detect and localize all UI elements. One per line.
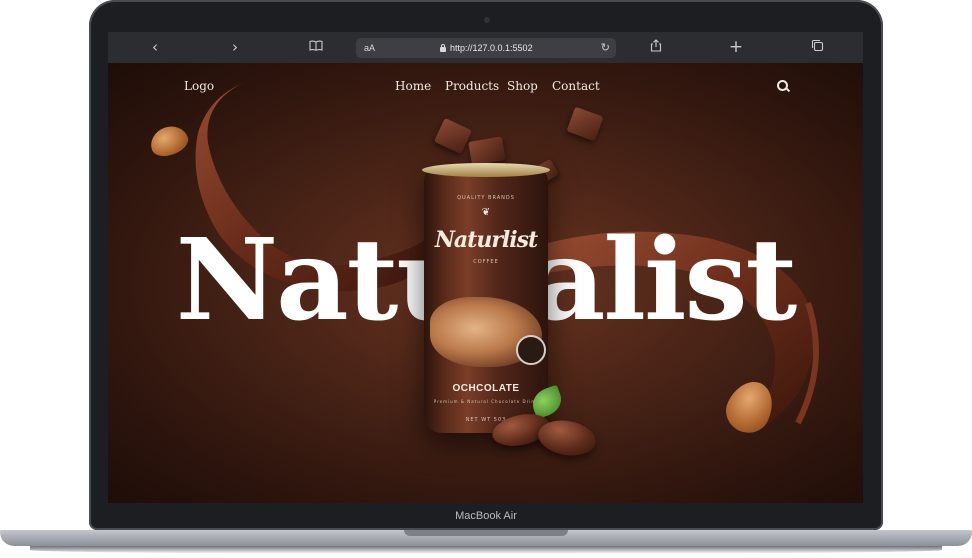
site-header: Logo Home Products Shop Contact — [108, 63, 863, 109]
reload-icon[interactable]: ↻ — [601, 38, 610, 58]
address-bar[interactable]: aA http://127.0.0.1:5502 ↻ — [356, 38, 616, 58]
laptop-shadow — [30, 546, 942, 554]
laptop-notch — [404, 530, 568, 536]
share-icon[interactable] — [644, 32, 668, 63]
can-badge-icon — [516, 335, 546, 365]
product-can: QUALITY BRANDS ❦ Naturlist COFFEE OCHCOL… — [422, 163, 550, 433]
can-tagline: QUALITY BRANDS — [457, 195, 515, 201]
can-subtitle: COFFEE — [473, 259, 499, 265]
can-lid — [422, 163, 550, 177]
plus-icon[interactable]: + — [724, 32, 748, 63]
site-logo[interactable]: Logo — [184, 79, 214, 93]
url-text: http://127.0.0.1:5502 — [450, 43, 533, 53]
search-icon[interactable] — [777, 80, 788, 91]
website-viewport: Logo Home Products Shop Contact Naturali… — [108, 63, 863, 503]
chevron-left-icon[interactable]: ‹ — [143, 32, 167, 63]
nav-link-home[interactable]: Home — [395, 79, 431, 93]
tabs-icon[interactable] — [805, 32, 829, 63]
lock-icon — [440, 44, 446, 52]
laptop-chin: MacBook Air — [89, 503, 883, 530]
book-icon[interactable] — [304, 32, 328, 63]
can-flavor: OCHCOLATE — [452, 383, 520, 394]
nav-link-contact[interactable]: Contact — [552, 79, 600, 93]
chevron-right-icon[interactable]: › — [223, 32, 247, 63]
text-size-button[interactable]: aA — [364, 38, 375, 58]
can-brand: Naturlist — [434, 227, 538, 253]
nav-link-shop[interactable]: Shop — [507, 79, 538, 93]
nav-link-products[interactable]: Products — [445, 79, 499, 93]
device-label: MacBook Air — [455, 510, 517, 522]
camera-dot — [484, 17, 490, 23]
leaf-icon: ❦ — [481, 207, 491, 218]
can-fine-print: Premium & Natural Chocolate Drink — [433, 399, 539, 404]
